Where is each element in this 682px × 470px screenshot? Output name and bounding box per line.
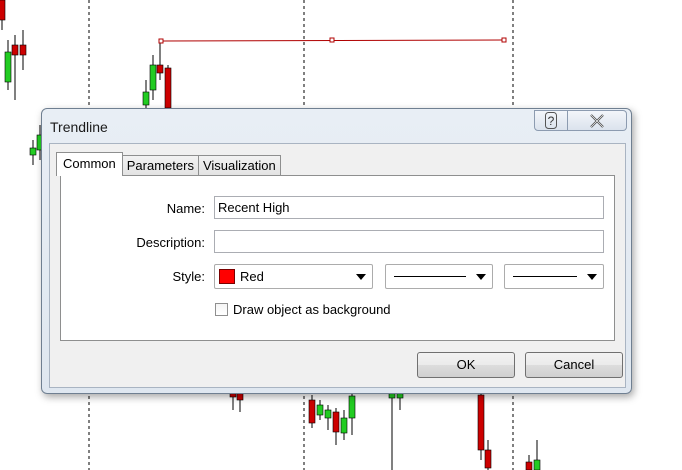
bull-candle [340, 417, 348, 434]
bull-candle [149, 64, 157, 91]
bull-candle [29, 147, 37, 156]
dialog-client-area: Common Parameters Visualization Name: De… [49, 143, 626, 388]
ok-button[interactable]: OK [417, 352, 515, 378]
description-field[interactable] [214, 230, 604, 253]
help-button[interactable]: ? [534, 110, 568, 131]
cancel-button[interactable]: Cancel [525, 352, 623, 378]
bear-candle [477, 394, 485, 451]
common-tab-panel: Name: Description: Style: Red Draw objec… [60, 175, 615, 341]
trendline-handle[interactable] [501, 37, 507, 43]
bear-candle [164, 67, 172, 109]
svg-text:?: ? [548, 114, 555, 128]
bull-candle [316, 404, 324, 416]
description-label: Description: [136, 235, 205, 250]
color-swatch [219, 269, 235, 284]
bull-candle [142, 91, 150, 106]
bear-candle [11, 44, 19, 56]
chevron-down-icon [476, 274, 486, 280]
color-select[interactable]: Red [214, 264, 373, 289]
bear-candle [332, 411, 340, 433]
close-icon [590, 113, 604, 128]
line-width-select[interactable] [504, 264, 604, 289]
draw-as-background-label[interactable]: Draw object as background [233, 302, 391, 317]
bear-candle [525, 461, 533, 470]
draw-as-background-checkbox[interactable] [215, 303, 228, 316]
chevron-down-icon [356, 274, 366, 280]
dialog-titlebar[interactable]: Trendline ? [42, 109, 631, 143]
name-label: Name: [166, 201, 205, 216]
bull-candle [533, 459, 541, 470]
trendline-handle[interactable] [329, 37, 335, 43]
bear-candle [156, 64, 164, 74]
bear-candle [484, 449, 492, 469]
solid-line-icon [394, 276, 466, 277]
bear-candle [0, 0, 6, 21]
bear-candle [19, 44, 27, 56]
help-icon: ? [545, 112, 557, 129]
close-button[interactable] [568, 110, 627, 131]
thin-line-icon [513, 276, 577, 277]
color-select-value: Red [240, 269, 264, 284]
bull-candle [348, 395, 356, 419]
tab-common[interactable]: Common [56, 152, 123, 176]
tab-parameters[interactable]: Parameters [121, 155, 199, 175]
tab-strip: Common Parameters Visualization [56, 152, 281, 176]
caption-buttons: ? [534, 110, 627, 132]
chevron-down-icon [587, 274, 597, 280]
dialog-title: Trendline [50, 119, 108, 135]
style-label: Style: [172, 269, 205, 284]
tab-visualization[interactable]: Visualization [197, 155, 281, 175]
name-field[interactable] [214, 196, 604, 219]
bear-candle [308, 399, 316, 424]
bull-candle [4, 51, 12, 83]
trendline-object[interactable] [158, 37, 507, 44]
trendline-dialog: Trendline ? Common Parameters Visualizat… [41, 108, 632, 394]
trendline-handle[interactable] [158, 38, 164, 44]
line-style-select[interactable] [385, 264, 493, 289]
bull-candle [324, 409, 332, 419]
